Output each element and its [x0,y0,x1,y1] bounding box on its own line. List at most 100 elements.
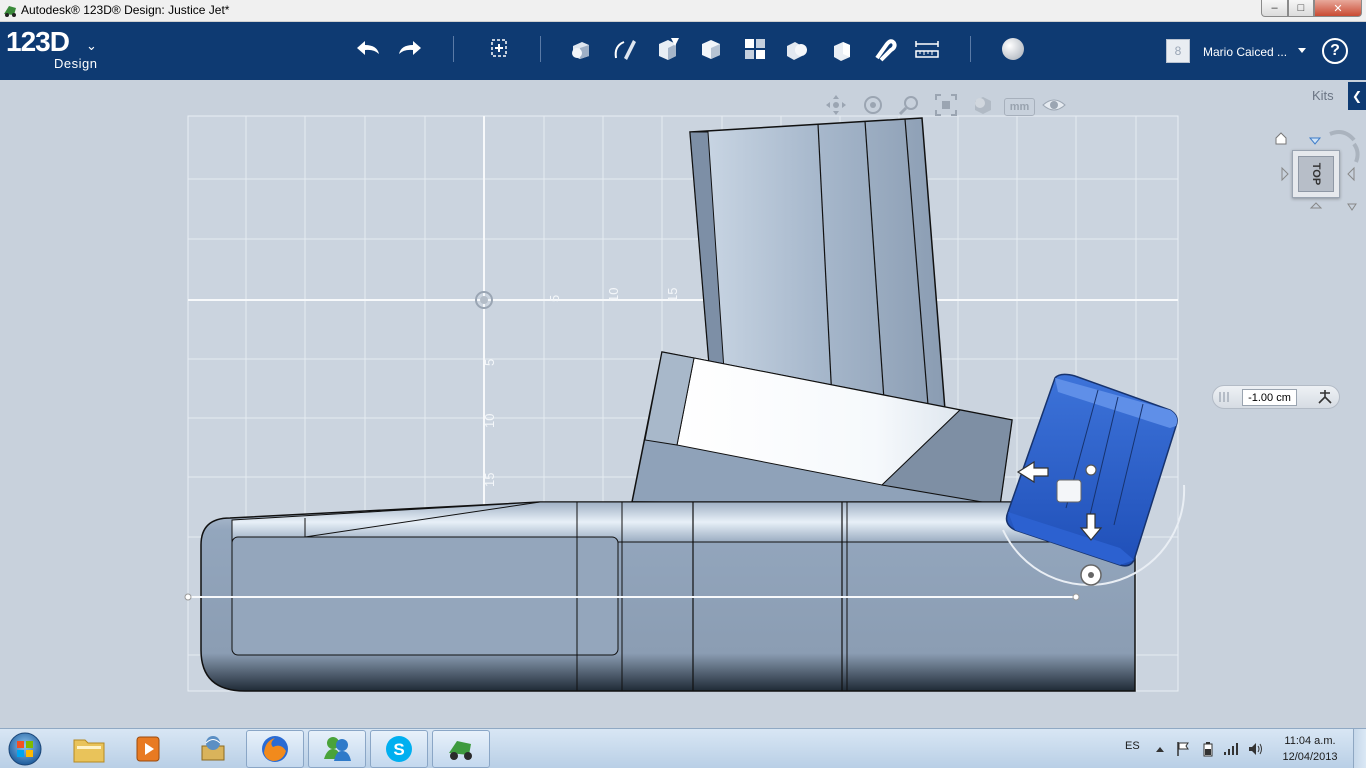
folder-icon [73,739,105,763]
arrow-up-icon [1308,137,1322,145]
ruler-label-y-10: 10 [482,414,497,428]
viewcube-menu-icon [1347,203,1357,211]
primitives-button[interactable] [564,29,600,69]
fit-icon [935,94,957,116]
view-mode-button[interactable] [970,93,996,117]
clock-time[interactable]: 11:04 a.m. [1282,735,1338,747]
show-desktop-button[interactable] [1353,729,1366,768]
snap-magnet-icon [875,39,897,62]
rotate-ccw-icon [1352,142,1360,163]
combine-button[interactable] [823,29,859,69]
app-icon [4,6,16,17]
combine-icon [834,42,850,61]
toolbar-divider [970,36,971,62]
pattern-button[interactable] [737,29,773,69]
arrow-left-icon [1281,166,1289,182]
user-name[interactable]: Mario Caiced ... [1203,45,1287,59]
speaker-icon [1249,743,1262,755]
distance-input[interactable] [1242,389,1297,406]
construct-button[interactable] [650,29,686,69]
ruler-label-x-10: 10 [606,288,621,302]
measure-button[interactable] [909,29,945,69]
axis-icon[interactable] [1316,388,1334,406]
snap-button[interactable] [866,29,902,69]
scene-canvas[interactable]: 5 10 15 5 10 15 [0,80,1366,728]
avatar[interactable]: 8 [1166,39,1190,63]
signal-bars-icon [1224,743,1238,755]
zoom-tool-button[interactable] [896,93,922,117]
material-button[interactable] [995,29,1031,69]
taskbar-explorer[interactable] [60,730,118,768]
taskbar-firefox[interactable] [246,730,304,768]
primitives-icon [572,42,589,59]
taskbar-123d[interactable] [432,730,490,768]
window-titlebar: Autodesk® 123D® Design: Justice Jet* – □… [0,0,1366,22]
kits-panel-toggle[interactable]: ❮ [1348,82,1366,110]
start-button[interactable] [5,730,45,768]
show-hidden-icons[interactable] [1152,741,1168,757]
svg-text:S: S [393,740,404,759]
rotate-cw-icon [1329,130,1356,142]
messenger-icon [324,737,351,761]
arrow-down-icon [1309,202,1323,209]
modify-button[interactable] [693,29,729,69]
close-button[interactable]: ✕ [1314,0,1362,17]
action-center[interactable] [1175,741,1191,757]
ruler-label-y-15: 15 [482,473,497,487]
ruler-label-x-5: 5 [547,295,562,302]
pan-icon [826,95,846,115]
help-button[interactable]: ? [1322,38,1348,64]
minimize-button[interactable]: – [1261,0,1288,17]
3d-viewport[interactable]: 5 10 15 5 10 15 [0,80,1366,728]
clock-date[interactable]: 12/04/2013 [1278,751,1342,763]
skype-icon: S [386,736,412,762]
origin-dot [480,296,488,304]
toolbar-divider [540,36,541,62]
drag-grip-icon[interactable] [1216,390,1238,404]
modify-icon [702,40,720,59]
chevron-down-icon: ⌄ [86,38,97,53]
grouping-button[interactable] [779,29,815,69]
grouping-icon [787,42,807,60]
orbit-tool-button[interactable] [860,93,886,117]
taskbar-app-3[interactable] [184,730,242,768]
orbit-icon [864,96,882,114]
redo-button[interactable] [392,29,428,69]
home-icon [1275,132,1287,145]
main-toolbar: 123D ⌄ Design 8 Mario Caiced ... ? [0,22,1366,80]
visibility-button[interactable] [1041,93,1067,117]
logo-text: 123D [6,26,70,57]
kits-label[interactable]: Kits [1312,88,1334,103]
archive-icon [201,736,225,761]
volume[interactable] [1248,741,1264,757]
ruler-label-y-5: 5 [482,359,497,366]
language-indicator[interactable]: ES [1125,740,1140,752]
taskbar-skype[interactable]: S [370,730,428,768]
arrow-right-icon [1347,166,1355,182]
viewcube-face-top[interactable]: TOP [1298,156,1334,192]
sphere-icon [1002,38,1024,60]
pattern-icon [745,39,765,59]
network[interactable] [1223,741,1239,757]
123d-design-icon [449,741,472,760]
taskbar-messenger[interactable] [308,730,366,768]
app-menu-logo[interactable]: 123D ⌄ Design [6,26,97,72]
fit-tool-button[interactable] [933,93,959,117]
transform-button[interactable] [481,29,517,69]
sketch-button[interactable] [607,29,643,69]
taskbar: S ES 11:04 a.m. 12/04/2013 [0,728,1366,768]
viewcube[interactable]: TOP [1292,150,1340,198]
taskbar-media-player[interactable] [120,730,178,768]
undo-button[interactable] [350,29,386,69]
undo-arrow-icon [357,41,379,55]
ruler-icon [915,41,939,58]
chevron-down-icon[interactable] [1298,48,1306,53]
transform-icon [491,39,507,57]
viewcube-face-label: TOP [1309,162,1322,186]
chevron-up-icon [1156,747,1164,752]
units-button[interactable]: mm [1004,98,1035,116]
maximize-button[interactable]: □ [1288,0,1314,17]
sketch-icon [614,40,636,60]
pan-tool-button[interactable] [823,93,849,117]
battery[interactable] [1200,741,1216,757]
